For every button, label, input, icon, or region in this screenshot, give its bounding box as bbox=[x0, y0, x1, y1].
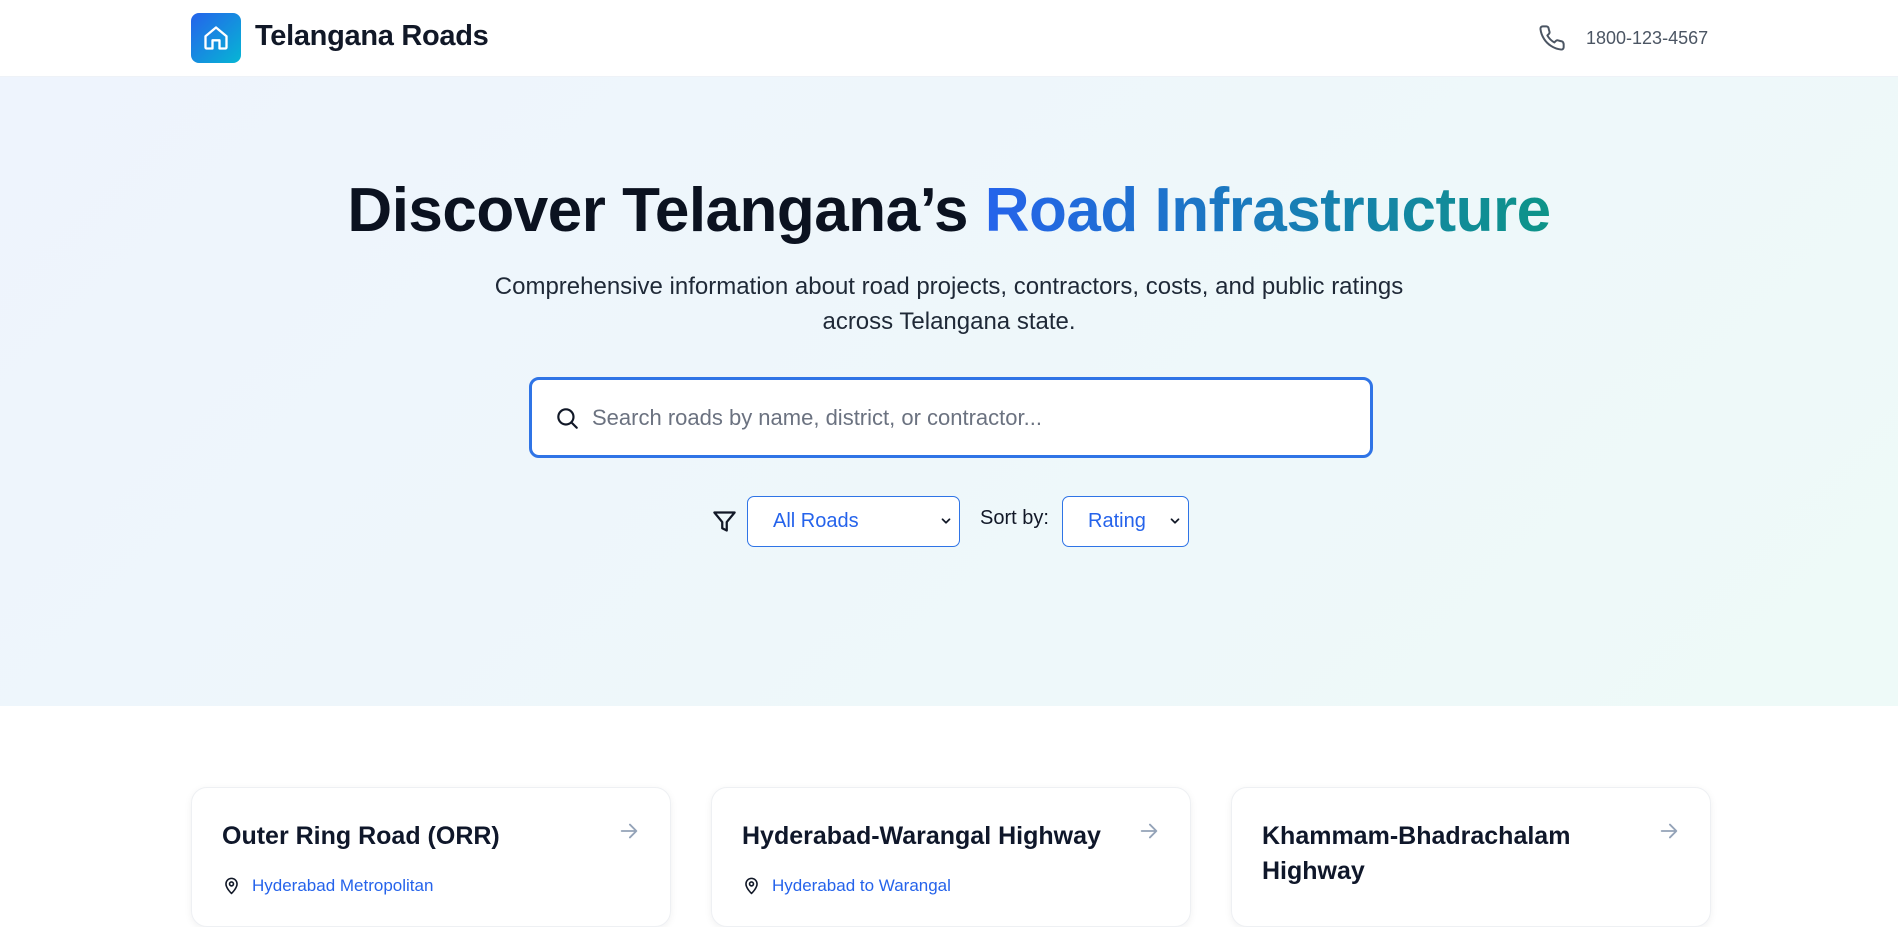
road-card[interactable]: Hyderabad-Warangal Highway Hyderabad to … bbox=[711, 787, 1191, 927]
sort-select[interactable]: Rating bbox=[1062, 496, 1189, 547]
arrow-right-icon[interactable] bbox=[618, 820, 640, 842]
phone-number[interactable]: 1800-123-4567 bbox=[1586, 28, 1708, 49]
road-card-location: Hyderabad to Warangal bbox=[772, 876, 951, 895]
hero-section: Discover Telangana’s Road Infrastructure… bbox=[0, 77, 1898, 706]
road-card-title: Outer Ring Road (ORR) bbox=[222, 822, 500, 850]
road-card[interactable]: Khammam-Bhadrachalam Highway bbox=[1231, 787, 1711, 927]
road-card-title: Hyderabad-Warangal Highway bbox=[742, 822, 1101, 850]
hero-title: Discover Telangana’s Road Infrastructure bbox=[0, 175, 1898, 246]
road-card-title: Khammam-Bhadrachalam Highway bbox=[1262, 822, 1571, 885]
brand-name[interactable]: Telangana Roads bbox=[255, 20, 489, 53]
map-pin-icon bbox=[225, 877, 238, 895]
road-card-location: Hyderabad Metropolitan bbox=[252, 876, 434, 895]
hero-subtitle: Comprehensive information about road pro… bbox=[494, 273, 1404, 335]
search-icon bbox=[557, 408, 578, 429]
filter-icon bbox=[713, 511, 736, 532]
road-card[interactable]: Outer Ring Road (ORR) Hyderabad Metropol… bbox=[191, 787, 671, 927]
arrow-right-icon[interactable] bbox=[1138, 820, 1160, 842]
chevron-down-icon bbox=[1170, 518, 1180, 524]
sort-value: Rating bbox=[1088, 510, 1146, 532]
phone-icon bbox=[1539, 25, 1565, 51]
road-filter-select[interactable]: All Roads bbox=[747, 496, 960, 547]
arrow-right-icon[interactable] bbox=[1658, 820, 1680, 842]
top-header: Telangana Roads 1800-123-4567 bbox=[0, 0, 1898, 77]
chevron-down-icon bbox=[941, 518, 951, 524]
home-icon[interactable] bbox=[191, 13, 241, 63]
map-pin-icon bbox=[745, 877, 758, 895]
sort-label: Sort by: bbox=[980, 507, 1049, 529]
hero-title-accent: Road Infrastructure bbox=[984, 176, 1551, 245]
road-filter-value: All Roads bbox=[773, 510, 859, 532]
hero-title-main: Discover Telangana’s bbox=[347, 176, 985, 245]
search-input[interactable] bbox=[592, 380, 1352, 455]
search-box[interactable] bbox=[529, 377, 1373, 458]
